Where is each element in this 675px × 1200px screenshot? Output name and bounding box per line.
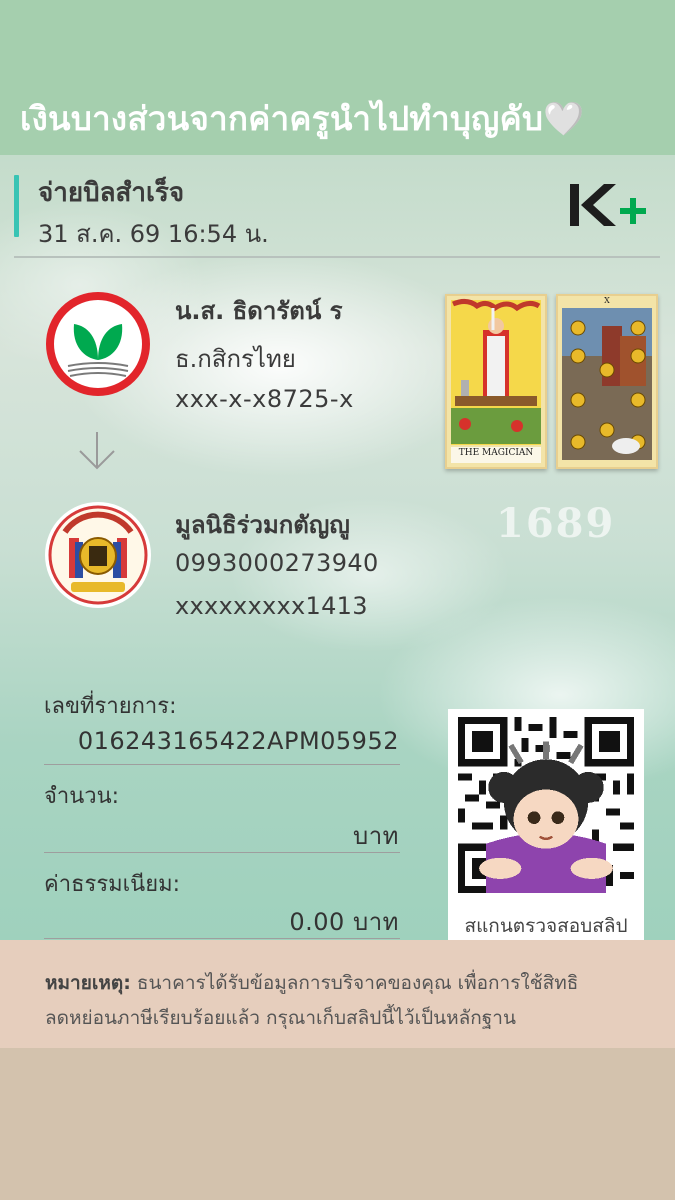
- tarot-card-ten-pentacles: X: [556, 294, 658, 469]
- header-divider: [14, 256, 660, 258]
- tarot-card-magician: THE MAGICIAN: [445, 294, 547, 469]
- note-line-1: หมายเหตุ: ธนาคารได้รับข้อมูลการบริจาคของ…: [45, 968, 578, 998]
- reference-label: เลขที่รายการ:: [44, 694, 177, 719]
- divider: [44, 938, 400, 939]
- fee-label: ค่าธรรมเนียม:: [44, 872, 180, 897]
- sender-bank: ธ.กสิกรไทย: [175, 345, 296, 373]
- note-line-2: ลดหย่อนภาษีเรียบร้อยแล้ว กรุณาเก็บสลิปนี…: [45, 1007, 516, 1029]
- qr-code-icon[interactable]: [458, 717, 634, 893]
- tarot-card-2-number: X: [604, 296, 610, 305]
- kbank-logo-icon: [46, 292, 150, 396]
- sender-account: xxx-x-x8725-x: [175, 385, 354, 413]
- sender-name: น.ส. ธิดารัตน์ ร: [175, 297, 343, 325]
- amount-value: บาท: [352, 822, 399, 850]
- note-label: หมายเหตุ:: [45, 972, 131, 994]
- kplus-logo-icon: [570, 184, 646, 226]
- recipient-name: มูลนิธิร่วมกตัญญู: [175, 511, 350, 539]
- recipient-account: xxxxxxxxx1413: [175, 592, 368, 620]
- slip-title: จ่ายบิลสำเร็จ: [38, 178, 185, 208]
- amount-label: จำนวน:: [44, 784, 120, 809]
- recipient-tax-id: 0993000273940: [175, 549, 379, 577]
- divider: [44, 852, 400, 853]
- slip-datetime: 31 ส.ค. 69 16:54 น.: [38, 220, 269, 248]
- arrow-down-icon: [79, 432, 115, 470]
- tarot-card-1-label: THE MAGICIAN: [458, 448, 534, 458]
- foundation-logo-icon: [45, 502, 151, 608]
- qr-verify-box[interactable]: สแกนตรวจสอบสลิป: [448, 709, 644, 941]
- qr-caption: สแกนตรวจสอบสลิป: [464, 915, 628, 937]
- reference-value: 016243165422APM05952: [77, 727, 399, 755]
- banner: เงินบางส่วนจากค่าครูนำไปทำบุญคับ🤍: [0, 0, 675, 155]
- divider: [44, 764, 400, 765]
- banner-caption: เงินบางส่วนจากค่าครูนำไปทำบุญคับ🤍: [20, 99, 585, 138]
- note-text-1: ธนาคารได้รับข้อมูลการบริจาคของคุณ เพื่อก…: [130, 972, 579, 994]
- sticker-number: 1689: [496, 500, 616, 547]
- fee-value: 0.00 บาท: [289, 908, 399, 936]
- accent-bar: [14, 175, 19, 237]
